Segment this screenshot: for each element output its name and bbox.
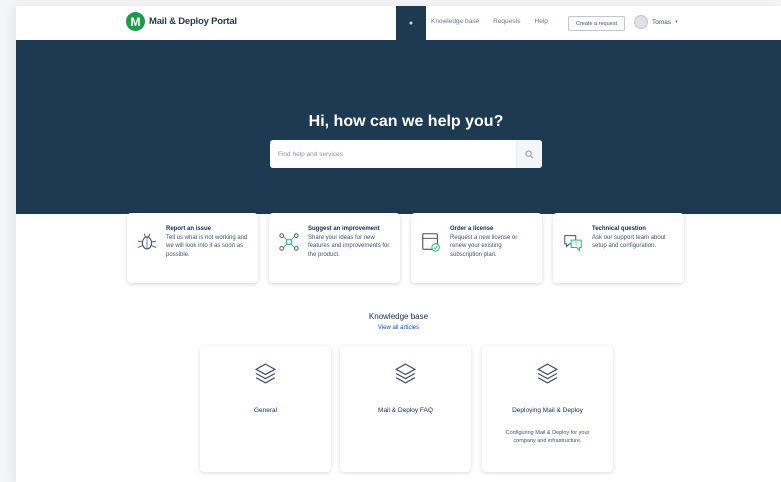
kb-card-name: General — [253, 407, 278, 414]
hero-banner: Hi, how can we help you? — [16, 40, 781, 214]
kb-card-general[interactable]: General — [200, 346, 331, 472]
question-chat-icon: ? — [564, 235, 582, 252]
request-card-technical-question[interactable]: ? Technical question Ask our support tea… — [553, 213, 684, 283]
hero-title: Hi, how can we help you? — [308, 113, 504, 130]
search-icon — [525, 149, 534, 158]
request-card-description: Request a new license or renew your exis… — [450, 234, 518, 258]
home-icon: ● — [408, 19, 414, 27]
kb-card-deploying[interactable]: Deploying Mail & Deploy Configuring Mail… — [482, 346, 613, 472]
user-name: Tomas — [652, 18, 672, 26]
user-menu[interactable]: Tomas ▾ — [634, 15, 678, 29]
kb-card-name: Deploying Mail & Deploy — [512, 407, 583, 414]
request-card-order-license[interactable]: Order a license Request a new license or… — [411, 213, 542, 283]
request-card-description: Share your ideas for new features and im… — [308, 234, 390, 258]
knowledge-base-title: Knowledge base — [368, 312, 429, 321]
kb-card-name: Mail & Deploy FAQ — [378, 407, 433, 414]
network-idea-icon — [279, 233, 299, 251]
nav-links: Knowledge base Requests Help — [431, 18, 548, 25]
search-button[interactable] — [516, 140, 542, 168]
request-card-description: Ask our support team about setup and con… — [592, 234, 666, 250]
request-card-description: Tell us what is not working and we will … — [166, 234, 248, 258]
bug-icon — [137, 233, 157, 250]
svg-text:?: ? — [575, 242, 578, 248]
chevron-down-icon: ▾ — [675, 19, 678, 25]
view-all-articles-link[interactable]: View all articles — [16, 325, 781, 331]
request-card-suggest-improvement[interactable]: Suggest an improvement Share your ideas … — [269, 213, 400, 283]
brand-name: Mail & Deploy Portal — [149, 16, 237, 27]
request-card-title: Suggest an improvement — [308, 226, 380, 232]
request-card-title: Order a license — [450, 226, 494, 232]
request-card-title: Technical question — [592, 226, 646, 232]
help-search — [270, 140, 542, 168]
kb-card-description: Configuring Mail & Deploy for your compa… — [505, 430, 590, 444]
brand-logo-icon: M — [126, 12, 145, 31]
license-document-icon — [422, 233, 440, 252]
request-card-title: Report an issue — [166, 226, 212, 232]
nav-home-tab[interactable]: ● — [396, 6, 426, 40]
search-input[interactable] — [270, 140, 516, 168]
avatar — [634, 15, 648, 29]
layers-icon — [394, 363, 417, 384]
layers-icon — [536, 363, 559, 384]
nav-link-help[interactable]: Help — [535, 18, 548, 25]
layers-icon — [254, 363, 277, 384]
nav-link-requests[interactable]: Requests — [493, 18, 520, 25]
nav-link-knowledge-base[interactable]: Knowledge base — [431, 18, 479, 25]
create-request-button[interactable]: Create a request — [568, 16, 625, 31]
portal-brand[interactable]: M Mail & Deploy Portal — [126, 12, 237, 31]
portal-page: M Mail & Deploy Portal ● Knowledge base … — [16, 6, 781, 482]
top-navigation-bar: M Mail & Deploy Portal ● Knowledge base … — [16, 6, 781, 40]
kb-card-faq[interactable]: Mail & Deploy FAQ — [340, 346, 471, 472]
request-card-report-issue[interactable]: Report an issue Tell us what is not work… — [127, 213, 258, 283]
